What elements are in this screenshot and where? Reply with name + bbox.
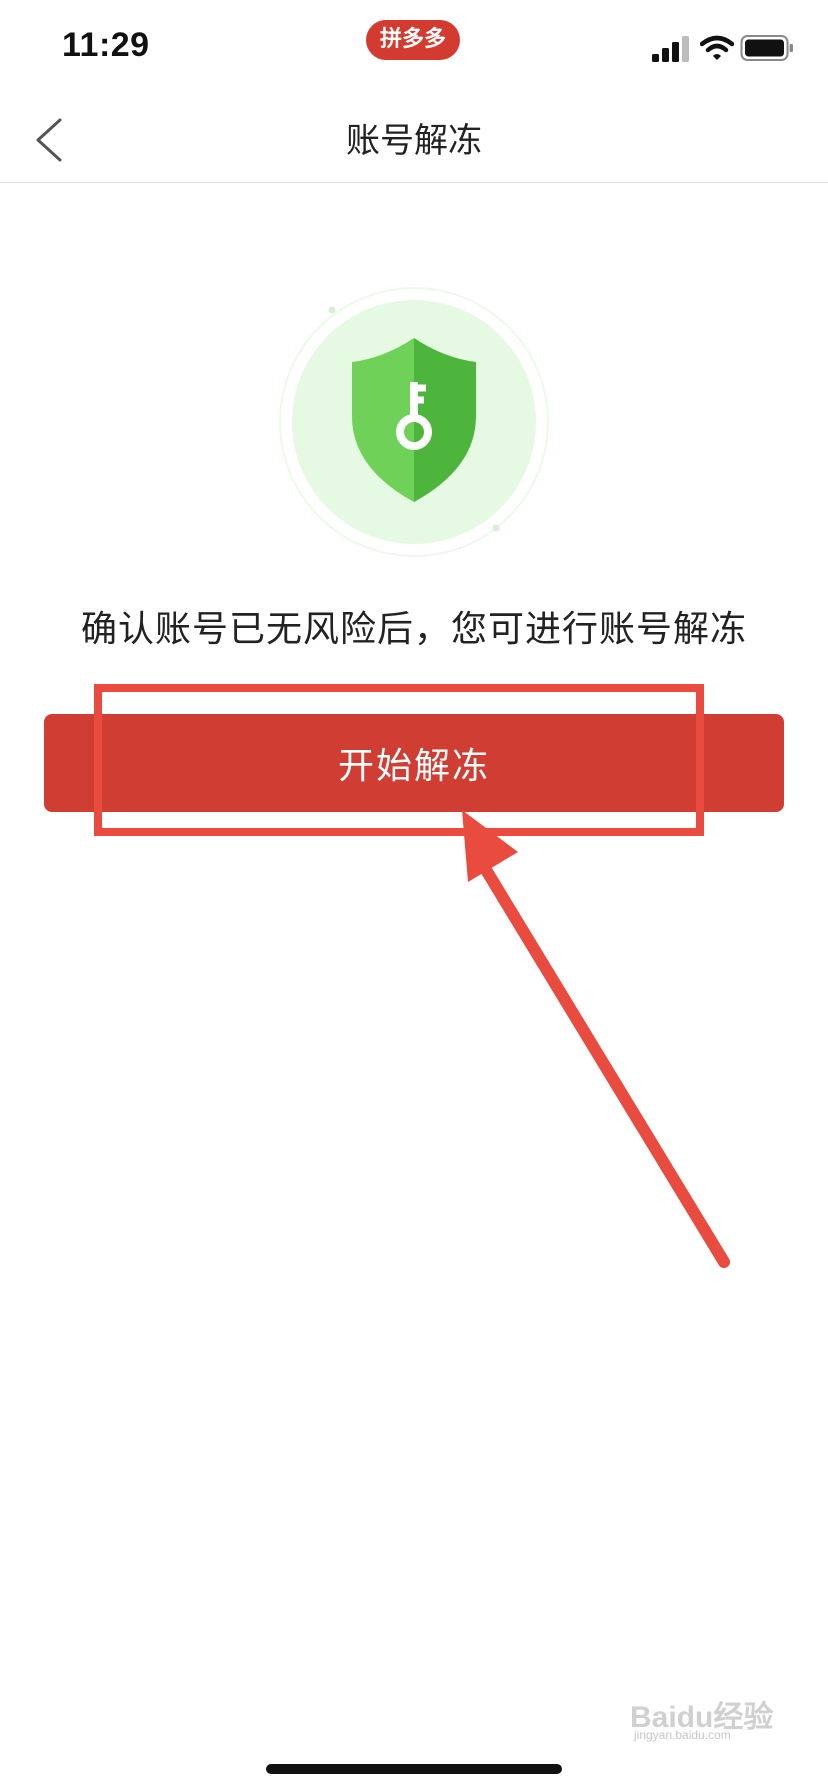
app-badge: 拼多多 [366,20,460,60]
battery-icon [740,35,793,61]
page-title: 账号解冻 [346,121,482,161]
start-unfreeze-button[interactable]: 开始解冻 [44,714,784,812]
screen: 11:29 拼多多 账号解冻 确认账号已无风险后，您可进行账号解冻 开始解冻 B… [0,0,828,1792]
signal-icon [652,36,689,62]
back-button[interactable] [26,112,82,168]
wifi-icon [700,35,734,60]
annotation-arrow-icon [462,810,730,1268]
shield-key-icon [279,287,549,557]
status-bar: 11:29 拼多多 [0,0,828,100]
watermark: Baidu经验 jingyan.baidu.com [630,1692,790,1742]
chevron-left-icon [36,118,62,162]
home-indicator [266,1764,562,1774]
nav-bar: 账号解冻 [0,100,828,183]
watermark-url: jingyan.baidu.com [634,1728,731,1742]
info-text: 确认账号已无风险后，您可进行账号解冻 [80,609,747,650]
status-time: 11:29 [62,26,150,64]
